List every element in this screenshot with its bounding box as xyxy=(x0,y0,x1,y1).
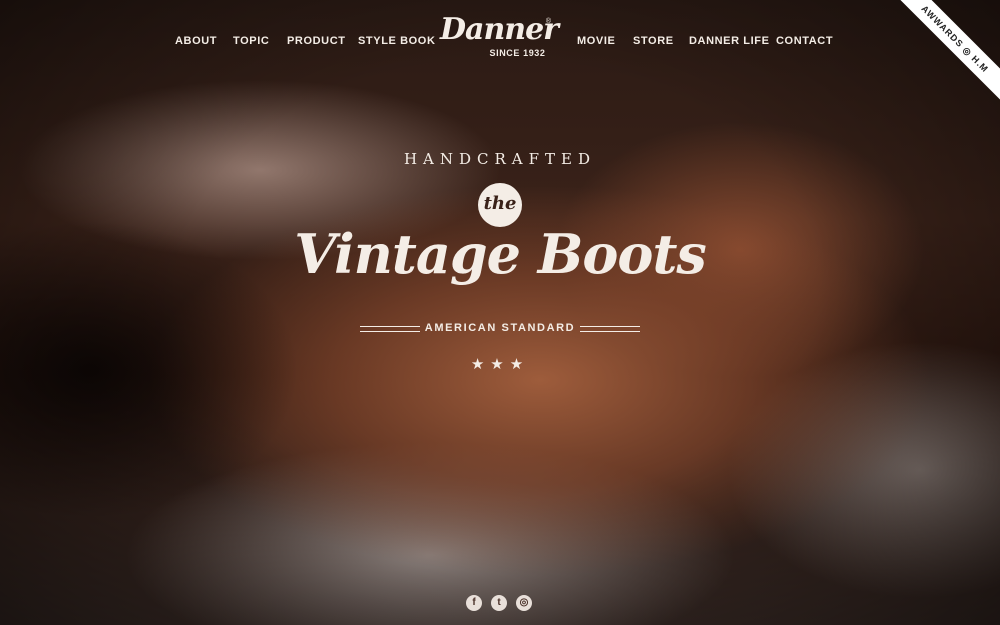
hero-title-group: HANDCRAFTED the Vintage Boots AMERICAN S… xyxy=(0,150,1000,373)
hero-the-badge: the xyxy=(478,183,522,227)
hero-eyebrow: HANDCRAFTED xyxy=(403,150,597,168)
logo-registered-mark: ® xyxy=(545,18,551,25)
nav-about[interactable]: ABOUT xyxy=(175,35,217,47)
danner-logo[interactable]: Danner ® SINCE 1932 xyxy=(440,12,559,59)
logo-wordmark: Danner xyxy=(440,12,559,47)
rating-stars: ★★★ xyxy=(470,356,530,373)
nav-store[interactable]: STORE xyxy=(633,35,674,47)
nav-topic[interactable]: TOPIC xyxy=(233,35,269,47)
instagram-icon[interactable]: ◎ xyxy=(516,595,532,611)
logo-tagline: SINCE 1932 xyxy=(489,48,546,58)
awwards-ribbon-label: AWWARDS ◎ H.M xyxy=(887,0,1000,107)
social-links: f t ◎ xyxy=(466,595,536,613)
hero-subtitle: AMERICAN STANDARD xyxy=(424,322,576,334)
nav-danner-life[interactable]: DANNER LIFE xyxy=(689,35,770,47)
nav-product[interactable]: PRODUCT xyxy=(287,35,346,47)
twitter-icon[interactable]: t xyxy=(491,595,507,611)
nav-style-book[interactable]: STYLE BOOK xyxy=(358,35,436,47)
nav-movie[interactable]: MOVIE xyxy=(577,35,615,47)
background-vignette xyxy=(0,0,1000,625)
hero-subtitle-row: AMERICAN STANDARD xyxy=(360,322,640,338)
hero-title: Vintage Boots xyxy=(294,222,707,286)
nav-contact[interactable]: CONTACT xyxy=(776,35,833,47)
facebook-icon[interactable]: f xyxy=(466,595,482,611)
awwards-ribbon[interactable]: AWWARDS ◎ H.M xyxy=(880,0,1000,120)
main-navigation: ABOUT TOPIC PRODUCT STYLE BOOK Danner ® … xyxy=(0,0,1000,84)
